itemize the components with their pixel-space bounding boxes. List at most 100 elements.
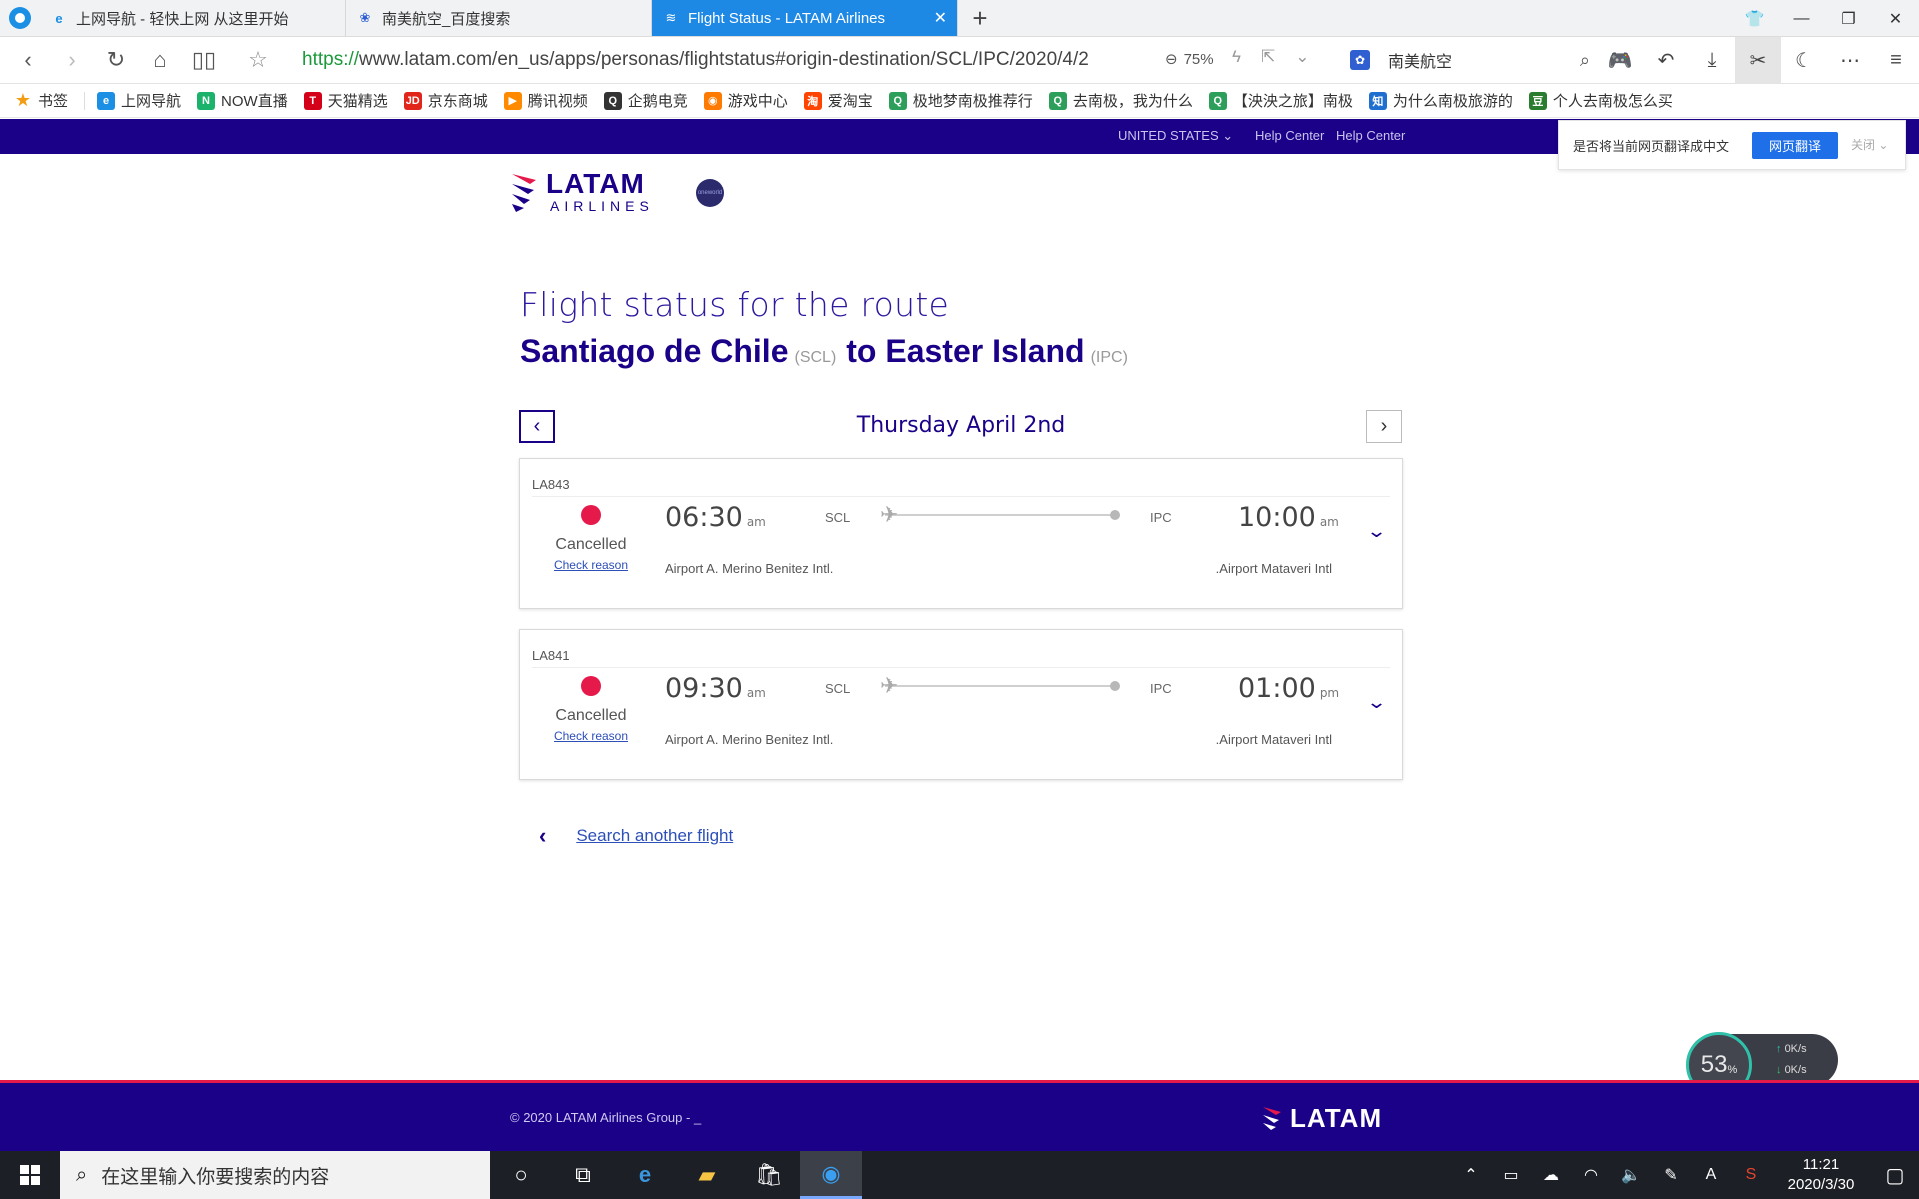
reload-button[interactable]: ↻: [94, 38, 138, 82]
airplane-icon: ✈: [880, 502, 899, 527]
sogou-icon[interactable]: S: [1731, 1166, 1771, 1184]
bookmark-item[interactable]: T 天猫精选: [303, 90, 388, 111]
bookmark-item[interactable]: N NOW直播: [197, 90, 288, 111]
start-button[interactable]: [0, 1151, 60, 1199]
browser-logo-icon[interactable]: [0, 0, 40, 36]
bookmark-icon: T: [303, 91, 322, 110]
expand-chevron-icon[interactable]: ⌄: [1366, 692, 1387, 713]
download-speed-value: 0K/s: [1784, 1064, 1807, 1076]
bookmark-label: 上网导航: [121, 93, 182, 110]
zoom-control[interactable]: ⊖ 75%: [1165, 50, 1214, 69]
tab-shangwang[interactable]: e 上网导航 - 轻快上网 从这里开始: [40, 0, 346, 36]
bookmark-item[interactable]: e 上网导航: [97, 90, 181, 111]
bookmark-item[interactable]: ▶ 腾讯视频: [503, 90, 588, 111]
check-reason-link[interactable]: Check reason: [532, 729, 650, 743]
next-day-button[interactable]: ›: [1366, 410, 1402, 443]
bookmark-item[interactable]: Q 极地梦南极推荐行: [888, 90, 1033, 111]
bookmark-item[interactable]: 豆个人去南极怎么买: [1528, 90, 1673, 111]
footer-logo-word: LATAM: [1290, 1103, 1383, 1133]
bookmarks-menu[interactable]: ★ 书签: [14, 90, 68, 111]
arrival-ampm: pm: [1319, 686, 1340, 700]
baidu-paw-icon[interactable]: ✿: [1350, 50, 1370, 70]
restore-button[interactable]: ❐: [1825, 0, 1872, 37]
download-icon[interactable]: ⤓: [1689, 37, 1735, 84]
back-button[interactable]: ‹: [6, 38, 50, 82]
battery-icon[interactable]: ▭: [1491, 1165, 1531, 1185]
night-mode-icon[interactable]: ☾: [1781, 37, 1827, 84]
forward-button[interactable]: ›: [50, 38, 94, 82]
route-title: Santiago de Chile (SCL) to Easter Island (I…: [520, 333, 1138, 370]
bookmark-item[interactable]: ◉ 游戏中心: [703, 90, 788, 111]
search-input[interactable]: 南美航空: [1388, 48, 1452, 72]
home-button[interactable]: ⌂: [138, 38, 182, 82]
onedrive-icon[interactable]: ☁: [1531, 1165, 1571, 1185]
system-clock[interactable]: 11:21 2020/3/30: [1771, 1155, 1871, 1195]
new-tab-button[interactable]: +: [958, 0, 1002, 36]
departure-ampm: am: [746, 686, 766, 700]
search-engine-box[interactable]: ✿ 南美航空 ⌕: [1350, 45, 1590, 75]
pen-icon[interactable]: ✎: [1651, 1165, 1691, 1185]
reading-mode-button[interactable]: ▯▯: [182, 38, 226, 82]
tab-label: 南美航空_百度搜索: [382, 10, 511, 28]
footer-latam-logo[interactable]: LATAM: [1262, 1103, 1382, 1134]
tab-baidu-search[interactable]: ❀ 南美航空_百度搜索: [346, 0, 652, 36]
ime-indicator[interactable]: A: [1691, 1166, 1731, 1184]
network-speed-widget[interactable]: 53% ↑ 0K/s ↓ 0K/s: [1686, 1032, 1838, 1098]
taskbar-search[interactable]: ⌕ 在这里输入你要搜索的内容: [60, 1151, 490, 1199]
bookmark-item[interactable]: JD 京东商城: [403, 90, 488, 111]
close-tab-icon[interactable]: ✕: [934, 8, 947, 28]
volume-icon[interactable]: 🔈: [1611, 1165, 1651, 1185]
clock-date: 2020/3/30: [1787, 1176, 1855, 1193]
close-window-button[interactable]: ✕: [1872, 0, 1919, 37]
bookmark-icon: 豆: [1528, 91, 1547, 110]
help-center-link-2[interactable]: Help Center: [1336, 128, 1405, 143]
clock-time: 11:21: [1802, 1156, 1840, 1173]
favorite-star-icon[interactable]: ☆: [236, 38, 280, 82]
help-center-link[interactable]: Help Center: [1255, 128, 1324, 143]
minimize-button[interactable]: —: [1778, 0, 1825, 37]
search-another-flight-link[interactable]: Search another flight: [576, 826, 733, 846]
lightning-icon[interactable]: ϟ: [1232, 47, 1241, 67]
qq-browser-icon[interactable]: ◉: [800, 1151, 862, 1199]
bookmark-item[interactable]: 淘爱淘宝: [803, 90, 873, 111]
bookmark-item[interactable]: Q 【泱泱之旅】南极: [1208, 90, 1353, 111]
search-icon[interactable]: ⌕: [1580, 50, 1590, 71]
tray-expand-icon[interactable]: ⌃: [1451, 1165, 1491, 1185]
scissors-icon[interactable]: ✂: [1735, 37, 1781, 84]
translate-close-button[interactable]: 关闭 ⌄: [1851, 136, 1888, 153]
latam-logo[interactable]: LATAM AIRLINES: [510, 170, 654, 214]
wifi-icon[interactable]: ◠: [1571, 1165, 1611, 1185]
search-another-flight[interactable]: ‹ Search another flight: [539, 823, 733, 849]
cortana-icon[interactable]: ○: [490, 1151, 552, 1199]
bookmark-icon: ◉: [703, 91, 722, 110]
more-icon[interactable]: ⋯: [1827, 37, 1873, 84]
tab-flight-status[interactable]: ≋ Flight Status - LATAM Airlines ✕: [652, 0, 958, 36]
skin-icon[interactable]: 👕: [1731, 0, 1778, 37]
undo-icon[interactable]: ↶: [1643, 37, 1689, 84]
task-view-icon[interactable]: ⧉: [552, 1151, 614, 1199]
country-selector[interactable]: UNITED STATES ⌄: [1118, 128, 1233, 144]
menu-icon[interactable]: ≡: [1873, 37, 1919, 84]
route-track: [885, 681, 1120, 691]
bookmark-label: 京东商城: [427, 93, 488, 110]
expand-chevron-icon[interactable]: ⌄: [1366, 521, 1387, 542]
notification-icon[interactable]: ▢: [1871, 1163, 1919, 1188]
file-explorer-icon[interactable]: ▰: [676, 1151, 738, 1199]
chevron-down-icon[interactable]: ⌄: [1295, 47, 1309, 67]
store-icon[interactable]: 🛍: [738, 1151, 800, 1199]
bookmark-item[interactable]: Q 企鹅电竞: [603, 90, 688, 111]
edge-icon[interactable]: e: [614, 1151, 676, 1199]
origin-airport: Airport A. Merino Benitez Intl.: [665, 732, 834, 747]
bookmark-item[interactable]: 知为什么南极旅游的: [1368, 90, 1513, 111]
flight-card[interactable]: LA841 Cancelled Check reason 09:30 am SCL ✈ IPC…: [519, 629, 1403, 780]
address-bar[interactable]: https://www.latam.com/en_us/apps/persona…: [302, 49, 1089, 71]
bookmark-item[interactable]: Q 去南极，我为什么: [1048, 90, 1193, 111]
check-reason-link[interactable]: Check reason: [532, 558, 650, 572]
flight-card[interactable]: LA843 Cancelled Check reason 06:30 am SCL ✈ IPC…: [519, 458, 1403, 609]
share-icon[interactable]: ⇱: [1261, 47, 1275, 67]
translate-button[interactable]: 网页翻译: [1752, 132, 1838, 159]
departure-ampm: am: [746, 515, 766, 529]
dest-city: Easter Island: [885, 333, 1085, 369]
gamepad-icon[interactable]: 🎮: [1597, 37, 1643, 84]
bookmark-icon: Q: [1048, 91, 1067, 110]
